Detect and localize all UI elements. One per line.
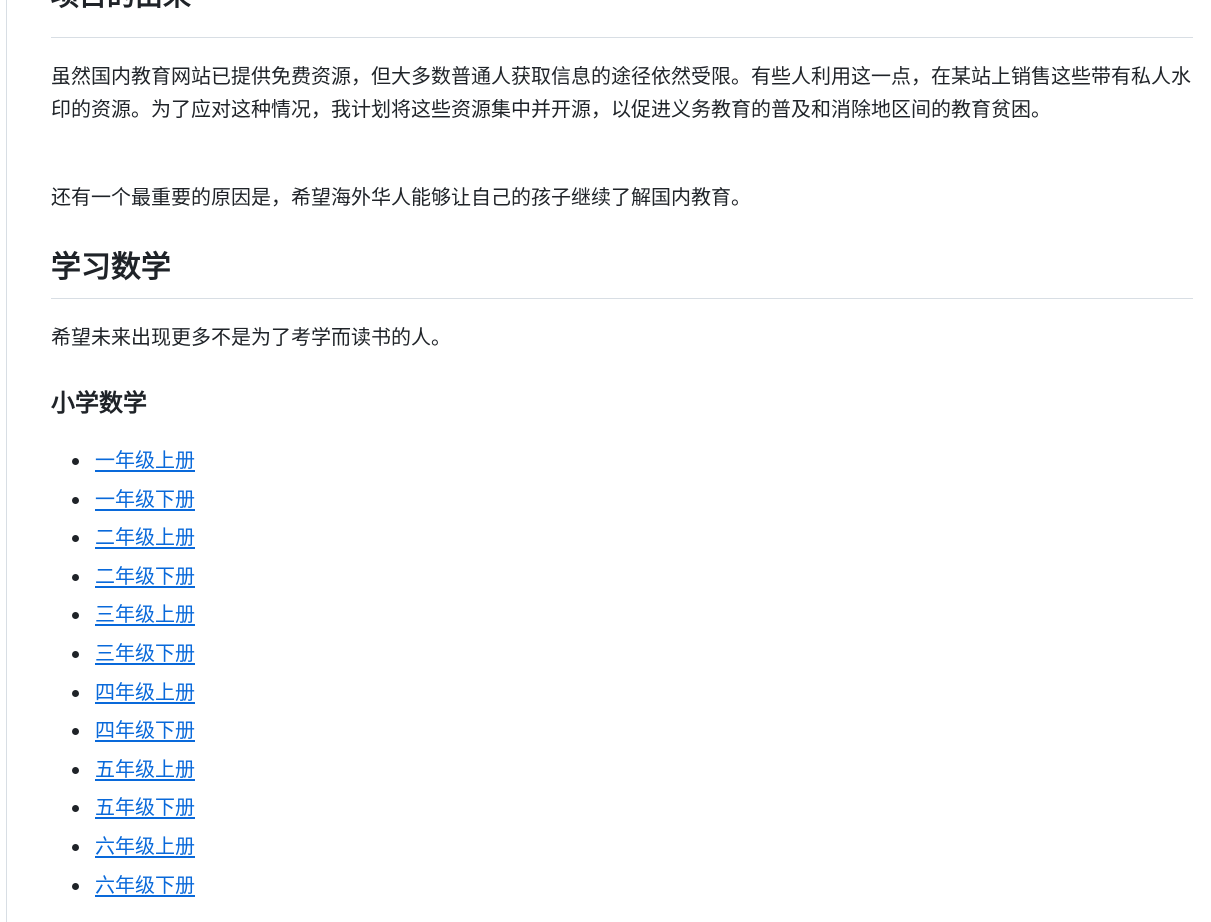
list-item: 三年级上册 (51, 598, 195, 637)
list-item: 三年级下册 (51, 637, 195, 676)
paragraph-overseas-reason: 还有一个最重要的原因是，希望海外华人能够让自己的孩子继续了解国内教育。 (51, 185, 751, 209)
bullet-icon (72, 535, 79, 543)
list-item: 一年级上册 (51, 444, 195, 483)
bullet-icon (72, 689, 79, 697)
list-item: 二年级下册 (51, 560, 195, 599)
link-grade-3-vol-2[interactable]: 三年级下册 (95, 641, 195, 665)
bullet-icon (72, 458, 79, 465)
heading-primary-math: 小学数学 (51, 389, 147, 417)
heading-learn-math: 学习数学 (51, 250, 171, 285)
list-item: 二年级上册 (51, 521, 195, 560)
link-grade-4-vol-2[interactable]: 四年级下册 (95, 718, 195, 742)
bullet-icon (72, 728, 79, 736)
paragraph-math-intro: 希望未来出现更多不是为了考学而读书的人。 (51, 325, 451, 349)
heading-project-origin: 项目的由来 (51, 0, 191, 13)
bullet-icon (72, 882, 79, 890)
list-item: 六年级上册 (51, 830, 195, 869)
heading-divider (51, 298, 1193, 299)
list-item: 五年级下册 (51, 791, 195, 830)
bullet-icon (72, 573, 79, 581)
heading-divider (51, 37, 1193, 38)
grade-link-list: 一年级上册 一年级下册 二年级上册 二年级下册 三年级上册 三年级下册 四年级上… (51, 444, 195, 907)
link-grade-6-vol-1[interactable]: 六年级上册 (95, 834, 195, 858)
list-item: 四年级上册 (51, 676, 195, 715)
link-grade-1-vol-1[interactable]: 一年级上册 (95, 448, 195, 472)
link-grade-2-vol-1[interactable]: 二年级上册 (95, 525, 195, 549)
page-left-border (6, 0, 7, 922)
bullet-icon (72, 612, 79, 620)
link-grade-1-vol-2[interactable]: 一年级下册 (95, 487, 195, 511)
link-grade-6-vol-2[interactable]: 六年级下册 (95, 873, 195, 897)
list-item: 四年级下册 (51, 714, 195, 753)
bullet-icon (72, 805, 79, 813)
link-grade-2-vol-2[interactable]: 二年级下册 (95, 564, 195, 588)
bullet-icon (72, 843, 79, 851)
bullet-icon (72, 650, 79, 658)
list-item: 一年级下册 (51, 483, 195, 522)
paragraph-origin-reason: 虽然国内教育网站已提供免费资源，但大多数普通人获取信息的途径依然受限。有些人利用… (51, 64, 1191, 121)
list-item: 六年级下册 (51, 869, 195, 908)
bullet-icon (72, 766, 79, 774)
link-grade-4-vol-1[interactable]: 四年级上册 (95, 680, 195, 704)
link-grade-5-vol-1[interactable]: 五年级上册 (95, 757, 195, 781)
link-grade-5-vol-2[interactable]: 五年级下册 (95, 795, 195, 819)
list-item: 五年级上册 (51, 753, 195, 792)
link-grade-3-vol-1[interactable]: 三年级上册 (95, 602, 195, 626)
bullet-icon (72, 496, 79, 504)
